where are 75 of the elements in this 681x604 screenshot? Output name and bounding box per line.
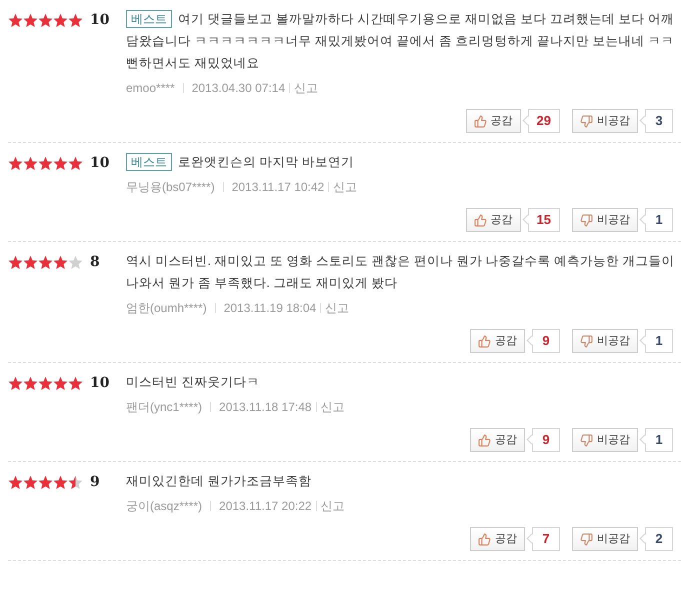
star-icon [68, 254, 83, 270]
thumbs-down-icon [580, 532, 593, 546]
star-icon [68, 376, 83, 390]
author: emoo**** [126, 80, 175, 97]
star-icon [68, 156, 83, 170]
thumbs-down-icon [580, 434, 593, 446]
vote-count: 7 [532, 527, 560, 551]
like-button[interactable]: 공감 [470, 428, 525, 452]
thumbs-down-icon [580, 214, 593, 226]
thumbs-down-icon [580, 114, 593, 128]
score: 10 [89, 374, 110, 393]
score: 8 [89, 253, 101, 272]
star-icon [23, 156, 38, 170]
date: 2013.11.19 18:04 [224, 300, 316, 317]
thumbs-up-icon [478, 334, 491, 348]
date: 2013.04.30 07:14 [192, 80, 286, 97]
dislike-button[interactable]: 비공감 [572, 329, 638, 353]
vote-count: 1 [645, 428, 673, 452]
review-text: 베스트 로완앳킨슨의 마지막 바보연기 [126, 151, 354, 173]
star-icon [23, 254, 38, 270]
vote-count: 1 [645, 329, 673, 353]
author: 무닝용(bs07****) [126, 179, 215, 196]
star-icon [8, 474, 23, 490]
vote-count: 15 [528, 208, 560, 232]
star-icon [53, 254, 68, 270]
score: 10 [89, 154, 110, 173]
like-button[interactable]: 공감 [470, 527, 525, 551]
dislike-button[interactable]: 비공감 [572, 109, 638, 133]
star-icon [53, 12, 68, 28]
score: 9 [89, 473, 101, 492]
review-text: 재미있긴한데 뭔가가조금부족함 [126, 473, 312, 490]
star-icon [38, 156, 53, 170]
dislike-button[interactable]: 비공감 [572, 527, 638, 551]
star-icon [23, 12, 38, 28]
thumbs-up-icon [478, 434, 491, 446]
like-button[interactable]: 공감 [466, 208, 521, 232]
like-button[interactable]: 공감 [466, 109, 521, 133]
dislike-button[interactable]: 비공감 [572, 208, 638, 232]
like-button[interactable]: 공감 [470, 329, 525, 353]
star-icon [8, 12, 23, 28]
thumbs-up-icon [474, 114, 487, 128]
author: 팬더(ync1****) [126, 399, 202, 416]
review-text: 베스트 여기 댓글들보고 볼까말까하다 시간떼우기용으로 재미없음 보다 끄려했는데 보다 어깨 담왔습니다 ㅋㅋㅋㅋㅋㅋㅋ너무 재밌게봤어여 끝에서 좀 흐리멍텅하게 끝나지만 보는내네 ㅋㅋ뻔하면서도 재밌었네요 [126, 9, 675, 72]
vote-count: 9 [532, 428, 560, 452]
star-icon [38, 12, 53, 28]
star-icon [38, 254, 53, 270]
thumbs-down-icon [580, 334, 593, 348]
star-icon [38, 376, 53, 390]
star-icon [23, 376, 38, 390]
vote-count: 9 [532, 329, 560, 353]
star-icon [8, 254, 23, 270]
star-icon [38, 474, 53, 490]
dislike-button[interactable]: 비공감 [572, 428, 638, 452]
star-icon [8, 376, 23, 390]
review-text: 미스터빈 진짜웃기다ㅋ [126, 374, 260, 391]
vote-count: 2 [645, 527, 673, 551]
date: 2013.11.18 17:48 [219, 399, 312, 416]
date: 2013.11.17 20:22 [219, 498, 312, 515]
vote-count: 29 [528, 109, 560, 133]
star-icon [23, 474, 38, 490]
vote-count: 3 [645, 109, 673, 133]
star-icon [8, 156, 23, 170]
star-icon [53, 156, 68, 170]
author: 엄한(oumh****) [126, 300, 207, 317]
star-icon [68, 12, 83, 28]
vote-count: 1 [645, 208, 673, 232]
star-icon [53, 376, 68, 390]
author: 궁이(asqz****) [126, 498, 202, 515]
thumbs-up-icon [478, 532, 491, 546]
thumbs-up-icon [474, 214, 487, 226]
star-icon [53, 474, 68, 490]
date: 2013.11.17 10:42 [232, 179, 324, 196]
score: 10 [89, 11, 110, 30]
review-text: 역시 미스터빈. 재미있고 또 영화 스토리도 괜찮은 편이나 뭔가 나중갈수록 예측가능한 개그들이 나와서 뭔가 좀 부족했다. 그래도 재미있게 봤다 [126, 253, 676, 292]
star-icon [68, 474, 83, 490]
